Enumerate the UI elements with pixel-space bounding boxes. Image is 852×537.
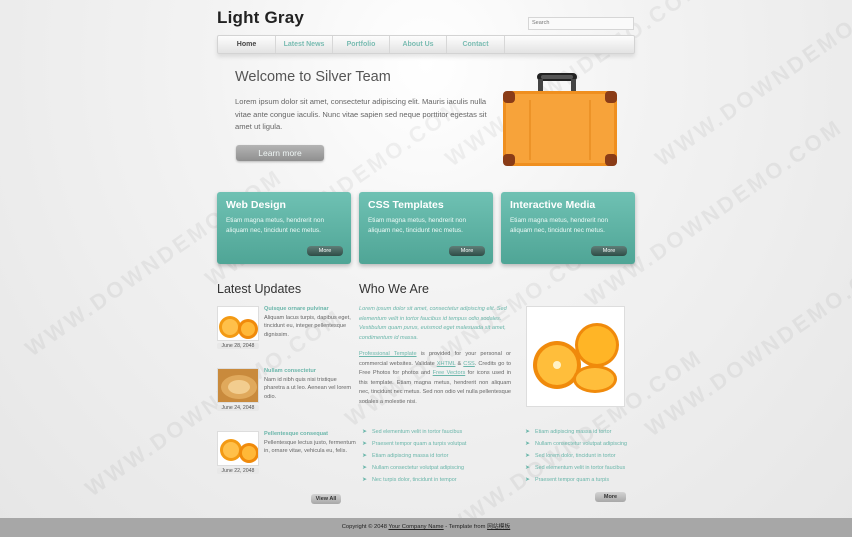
- who-bullets-left: ➤ Sed elementum velit in tortor faucibus …: [362, 426, 466, 486]
- search-input[interactable]: Search: [528, 17, 634, 30]
- bullet-item[interactable]: ➤ Sed lorem dolor, tincidunt in tortor: [525, 450, 627, 462]
- watermark: WWW.DOWNDEMO.COM: [650, 0, 852, 172]
- welcome-title: Welcome to Silver Team: [235, 69, 391, 85]
- update-title[interactable]: Quisque ornare pulvinar: [264, 306, 329, 312]
- update-item: June 24, 2048 Nullam consectetur Nam id …: [217, 368, 362, 423]
- nav-home[interactable]: Home: [218, 36, 276, 53]
- feature-more-button[interactable]: More: [591, 246, 627, 256]
- bullet-item[interactable]: ➤ Nec turpis dolor, tincidunt in tempor: [362, 474, 466, 486]
- feature-box-css-templates: CSS Templates Etiam magna metus, hendrer…: [359, 192, 493, 264]
- arrow-icon: ➤: [362, 477, 368, 483]
- oranges-image: [526, 306, 625, 407]
- feature-text: Etiam magna metus, hendrerit non aliquam…: [510, 217, 609, 234]
- site-logo[interactable]: Light Gray: [217, 8, 304, 28]
- latest-updates-title: Latest Updates: [217, 282, 302, 296]
- xhtml-link[interactable]: XHTML: [437, 361, 456, 367]
- professional-template-link[interactable]: Professional Template: [359, 351, 417, 357]
- nav-portfolio[interactable]: Portfolio: [333, 36, 390, 53]
- free-vectors-link[interactable]: Free Vectors: [433, 370, 466, 376]
- bullet-item[interactable]: ➤ Sed elementum velit in tortor faucibus: [362, 426, 466, 438]
- bullet-item[interactable]: ➤ Nullam consectetur volutpat adipiscing: [525, 438, 627, 450]
- feature-title: CSS Templates: [368, 199, 444, 211]
- update-text: Aliquam lacus turpis, dapibus eget, tinc…: [264, 315, 351, 338]
- learn-more-button[interactable]: Learn more: [236, 145, 324, 161]
- css-link[interactable]: CSS: [463, 361, 475, 367]
- template-source-link[interactable]: 网站模板: [487, 524, 510, 530]
- update-date: June 24, 2048: [217, 405, 259, 411]
- update-item: June 28, 2048 Quisque ornare pulvinar Al…: [217, 306, 362, 361]
- feature-text: Etiam magna metus, hendrerit non aliquam…: [226, 217, 325, 234]
- arrow-icon: ➤: [525, 429, 531, 435]
- orange-thumbnail[interactable]: [217, 431, 259, 466]
- nav-about-us[interactable]: About Us: [390, 36, 447, 53]
- main-nav: Home Latest News Portfolio About Us Cont…: [217, 35, 635, 54]
- update-item: June 22, 2048 Pellentesque consequat Pel…: [217, 431, 362, 486]
- update-title[interactable]: Pellentesque consequat: [264, 431, 328, 437]
- bullet-item[interactable]: ➤ Nullam consectetur volutpat adipiscing: [362, 462, 466, 474]
- update-title[interactable]: Nullam consectetur: [264, 368, 316, 374]
- orange-thumbnail[interactable]: [217, 306, 259, 341]
- bullet-item[interactable]: ➤ Etiam adipiscing massa id tortor: [525, 426, 627, 438]
- arrow-icon: ➤: [362, 429, 368, 435]
- arrow-icon: ➤: [525, 453, 531, 459]
- nav-contact[interactable]: Contact: [447, 36, 505, 53]
- feature-box-interactive-media: Interactive Media Etiam magna metus, hen…: [501, 192, 635, 264]
- arrow-icon: ➤: [525, 441, 531, 447]
- view-all-button[interactable]: View All: [311, 494, 341, 504]
- suitcase-image: [503, 73, 617, 166]
- bullet-item[interactable]: ➤ Sed elementum velit in tortor faucibus: [525, 462, 627, 474]
- arrow-icon: ➤: [362, 441, 368, 447]
- feature-box-web-design: Web Design Etiam magna metus, hendrerit …: [217, 192, 351, 264]
- who-intro-text: Lorem ipsum dolor sit amet, consectetur …: [359, 306, 507, 341]
- footer: Copyright © 2048 Your Company Name - Tem…: [0, 518, 852, 537]
- who-we-are-title: Who We Are: [359, 282, 429, 296]
- bullet-item[interactable]: ➤ Etiam adipiscing massa id tortor: [362, 450, 466, 462]
- feature-text: Etiam magna metus, hendrerit non aliquam…: [368, 217, 467, 234]
- arrow-icon: ➤: [362, 453, 368, 459]
- watermark: WWW.DOWNDEMO.COM: [640, 243, 852, 442]
- feature-title: Interactive Media: [510, 199, 596, 211]
- feature-more-button[interactable]: More: [307, 246, 343, 256]
- update-text: Pellentesque lectus justo, fermentum in,…: [264, 440, 356, 455]
- bullet-item[interactable]: ➤ Praesent tempor quam a turpis: [525, 474, 627, 486]
- who-paragraph: Professional Template is provided for yo…: [359, 351, 511, 405]
- bullet-item[interactable]: ➤ Praesent tempor quam a turpis volutpat: [362, 438, 466, 450]
- update-text: Nam id nibh quis nisi tristique pharetra…: [264, 377, 352, 400]
- company-link[interactable]: Your Company Name: [388, 524, 443, 530]
- nav-latest-news[interactable]: Latest News: [276, 36, 333, 53]
- feature-title: Web Design: [226, 199, 286, 211]
- update-date: June 22, 2048: [217, 468, 259, 474]
- who-bullets-right: ➤ Etiam adipiscing massa id tortor ➤ Nulla…: [525, 426, 627, 486]
- feature-more-button[interactable]: More: [449, 246, 485, 256]
- arrow-icon: ➤: [525, 477, 531, 483]
- bread-thumbnail[interactable]: [217, 368, 259, 403]
- update-date: June 28, 2048: [217, 343, 259, 349]
- welcome-text: Lorem ipsum dolor sit amet, consectetur …: [235, 97, 487, 131]
- arrow-icon: ➤: [362, 465, 368, 471]
- who-more-button[interactable]: More: [595, 492, 626, 502]
- arrow-icon: ➤: [525, 465, 531, 471]
